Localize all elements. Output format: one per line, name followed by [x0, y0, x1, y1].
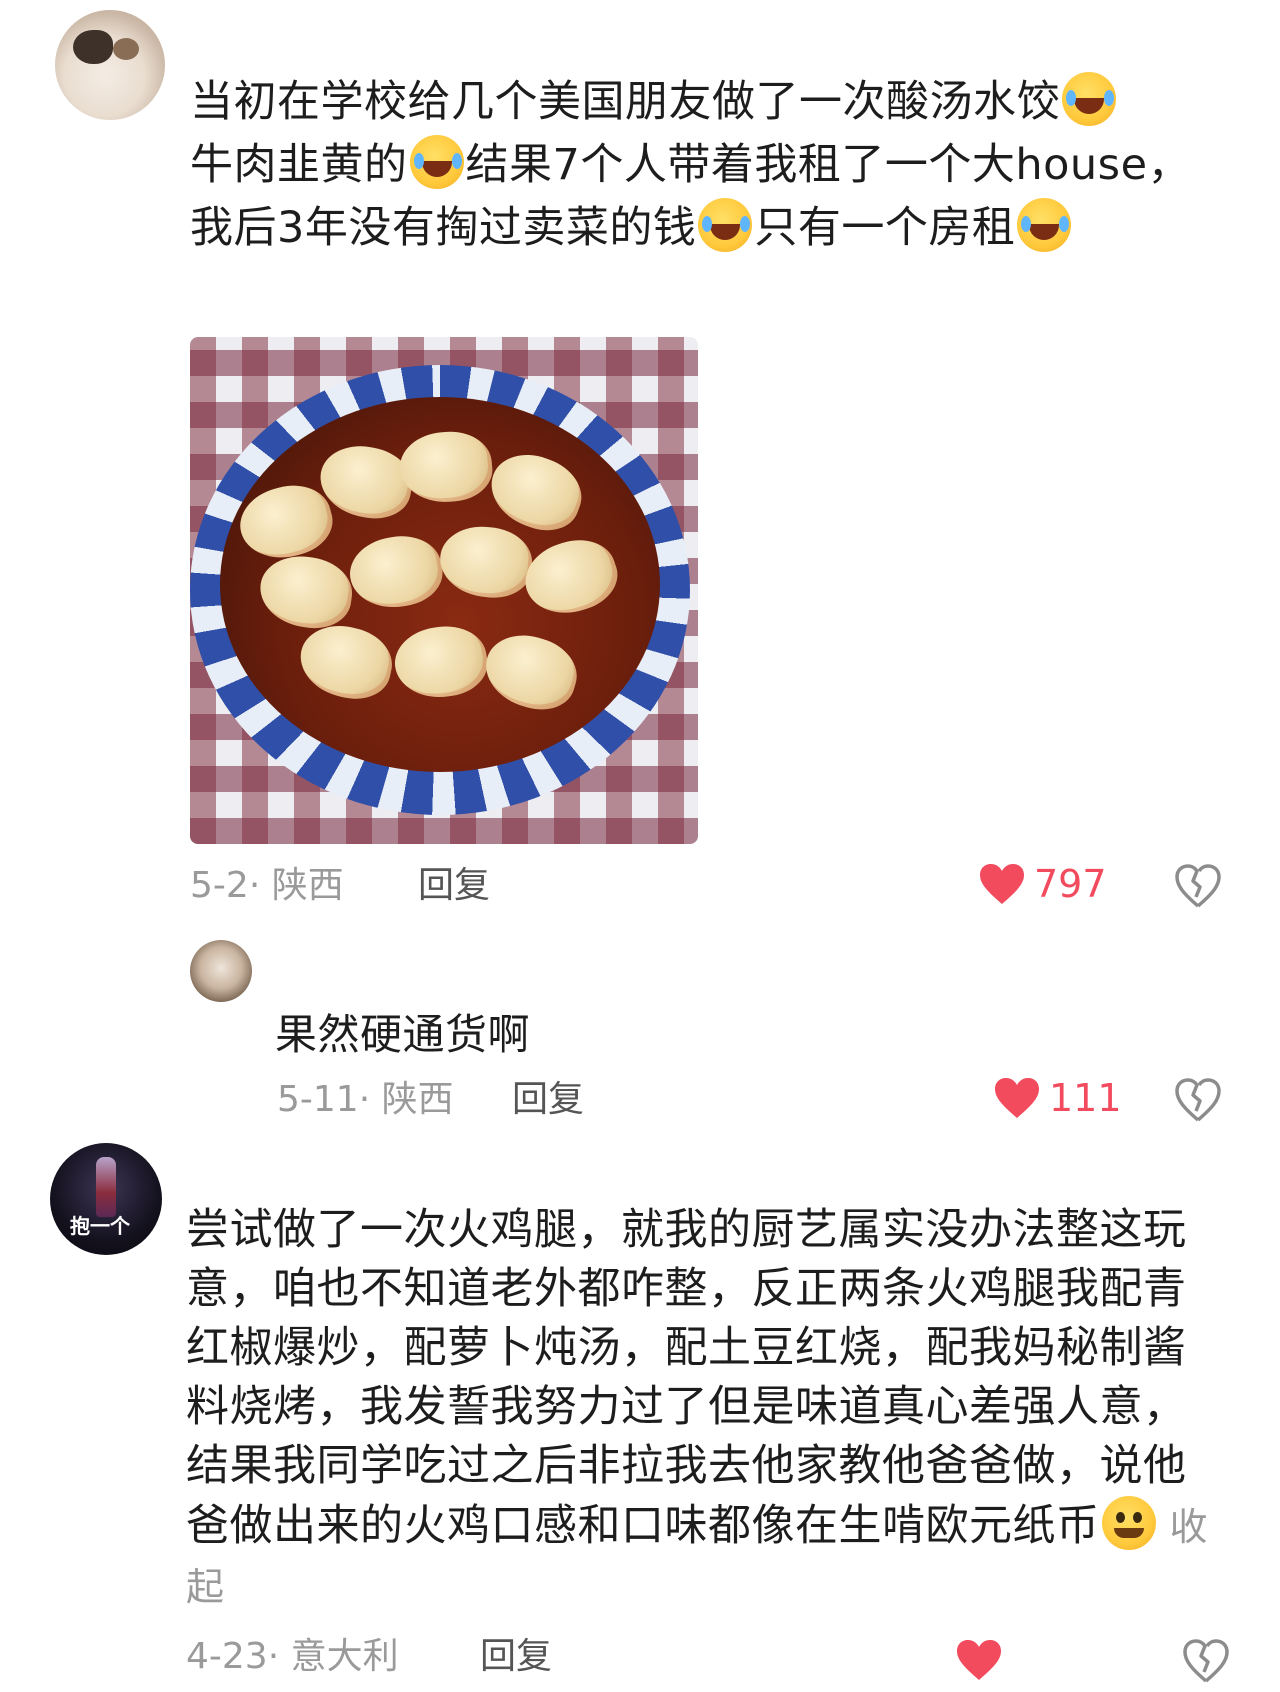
comment-date: 5-11 [277, 1079, 359, 1120]
comment-date: 5-2 [190, 865, 249, 906]
dizzy-smile-emoji-icon [1101, 1496, 1156, 1550]
avatar[interactable]: 抱一个 [50, 1143, 162, 1255]
laughing-crying-emoji-icon [1017, 198, 1072, 252]
avatar[interactable] [190, 940, 252, 1002]
comment-meta: 5-2· 陕西 [190, 865, 344, 906]
avatar-figure [96, 1157, 116, 1217]
comment-text-part: 当初在学校给几个美国朋友做了一次酸汤水饺 [190, 77, 1060, 127]
avatar-caption: 抱一个 [70, 1214, 130, 1238]
comment-image-dumplings[interactable] [190, 337, 698, 844]
avatar[interactable] [55, 10, 165, 120]
comment-text: 果然硬通货啊 [275, 1010, 531, 1059]
like-button[interactable]: 797 [978, 862, 1107, 906]
comment-date: 4-23 [186, 1636, 268, 1677]
broken-heart-icon[interactable] [1174, 1077, 1222, 1123]
comment-text-body: 尝试做了一次火鸡腿，就我的厨艺属实没办法整这玩意，咱也不知道老外都咋整，反正两条… [186, 1205, 1187, 1551]
reply-button[interactable]: 回复 [480, 1637, 552, 1677]
comment-text: 当初在学校给几个美国朋友做了一次酸汤水饺 牛肉韭黄的 结果7个人带着我租了一个大h… [190, 71, 1230, 260]
like-count: 797 [1034, 862, 1107, 906]
laughing-crying-emoji-icon [698, 198, 753, 252]
comment-location: 陕西 [381, 1079, 454, 1120]
like-count: 111 [1049, 1076, 1122, 1120]
laughing-crying-emoji-icon [1062, 72, 1116, 126]
broken-heart-icon[interactable] [1182, 1638, 1230, 1684]
reply-button[interactable]: 回复 [512, 1080, 584, 1120]
broken-heart-icon[interactable] [1174, 863, 1222, 909]
comment-text-part: 只有一个房租 [754, 203, 1016, 253]
heart-icon[interactable] [955, 1638, 1003, 1682]
comment-location: 意大利 [290, 1636, 399, 1677]
comment-text-part: 牛肉韭黄的 [190, 140, 408, 190]
laughing-crying-emoji-icon [409, 135, 464, 189]
comment-meta: 5-11· 陕西 [277, 1079, 454, 1120]
heart-icon [995, 1078, 1039, 1118]
reply-button[interactable]: 回复 [418, 866, 490, 906]
comment-location: 陕西 [271, 865, 344, 906]
heart-icon [980, 864, 1024, 904]
comment-text: 尝试做了一次火鸡腿，就我的厨艺属实没办法整这玩意，咱也不知道老外都咋整，反正两条… [186, 1201, 1216, 1617]
comment-meta: 4-23· 意大利 [186, 1636, 399, 1677]
like-button[interactable]: 111 [993, 1076, 1122, 1120]
